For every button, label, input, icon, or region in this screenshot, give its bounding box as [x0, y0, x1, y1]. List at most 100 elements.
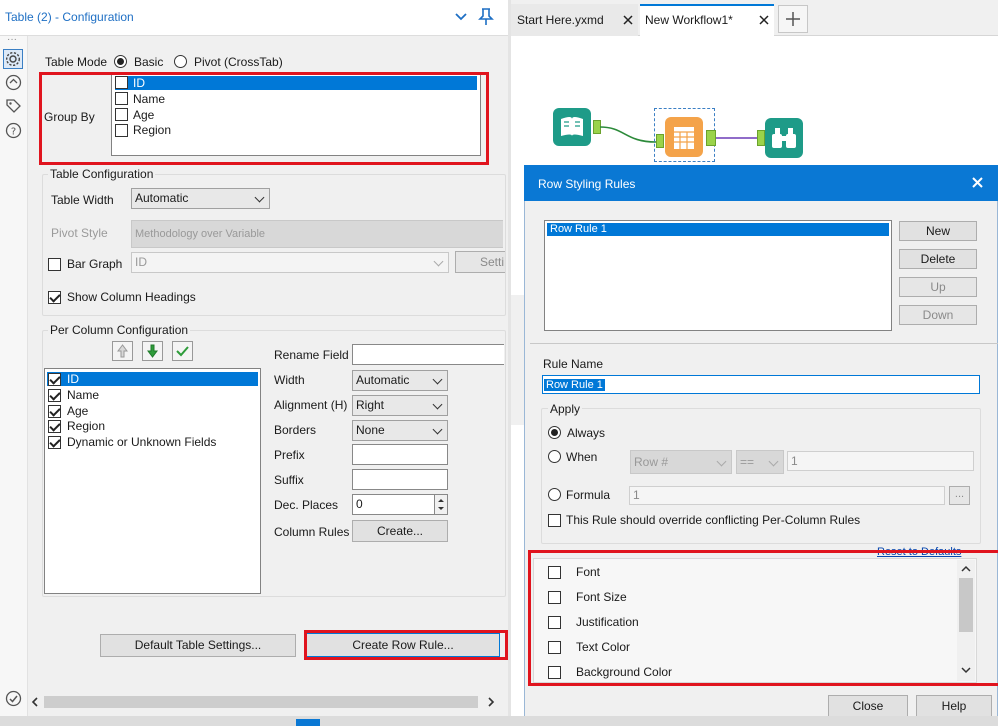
group-by-selected-row[interactable]: [115, 76, 477, 90]
suffix-input[interactable]: [352, 469, 448, 490]
borders-select[interactable]: None: [352, 420, 448, 441]
tab-label: New Workflow1*: [645, 13, 733, 27]
taskbar-strip: [0, 716, 998, 726]
group-by-checkbox-name[interactable]: [115, 92, 128, 105]
help-button[interactable]: Help: [916, 695, 992, 717]
rule-name-label: Rule Name: [543, 357, 604, 371]
formula-editor-button: ...: [949, 486, 970, 505]
connection-line: [600, 126, 657, 143]
reset-to-defaults-link[interactable]: Reset to Defaults: [877, 546, 961, 558]
when-value-input: 1: [787, 451, 974, 471]
input-tool-icon[interactable]: [553, 108, 591, 146]
override-checkbox[interactable]: [548, 514, 561, 527]
scroll-up-icon[interactable]: [961, 565, 971, 573]
chevron-down-icon[interactable]: [455, 12, 467, 22]
bar-graph-checkbox[interactable]: [48, 258, 61, 271]
column-checkbox-name[interactable]: [48, 389, 61, 402]
table-input-anchor[interactable]: [656, 134, 664, 148]
mode-pivot-radio[interactable]: [174, 55, 187, 68]
table-output-anchor[interactable]: [706, 130, 716, 146]
prefix-label: Prefix: [274, 448, 305, 462]
when-field-select: Row #: [630, 450, 732, 474]
prefix-input[interactable]: [352, 444, 448, 465]
settings-gear-icon[interactable]: [3, 49, 23, 69]
dec-places-spinner[interactable]: [434, 494, 448, 515]
override-label: This Rule should override conflicting Pe…: [566, 513, 861, 527]
apply-when-radio[interactable]: [548, 450, 561, 463]
apply-label: Apply: [548, 402, 583, 416]
column-item: Name: [67, 388, 100, 402]
column-rules-label: Column Rules: [274, 525, 350, 539]
move-rule-down-button: Down: [899, 305, 977, 325]
rule-name-input[interactable]: Row Rule 1: [542, 375, 980, 394]
close-dialog-icon[interactable]: [972, 177, 983, 188]
column-checkbox-age[interactable]: [48, 405, 61, 418]
browse-input-anchor[interactable]: [757, 130, 765, 146]
dialog-divider: [530, 343, 998, 344]
browse-tool-icon[interactable]: [765, 118, 803, 158]
font-size-checkbox[interactable]: [548, 591, 561, 604]
help-icon[interactable]: ?: [5, 122, 22, 139]
style-options-scroll-thumb[interactable]: [959, 578, 973, 632]
style-option: Background Color: [576, 665, 673, 679]
group-by-item: Name: [133, 92, 166, 106]
justification-checkbox[interactable]: [548, 616, 561, 629]
group-by-checkbox-id[interactable]: [115, 76, 128, 89]
close-button[interactable]: Close: [828, 695, 908, 717]
group-by-item: Region: [133, 123, 172, 137]
apply-formula-label: Formula: [566, 488, 611, 502]
background-color-checkbox[interactable]: [548, 666, 561, 679]
move-up-icon[interactable]: [112, 341, 133, 361]
rules-list[interactable]: [544, 220, 892, 331]
column-item: Region: [67, 419, 106, 433]
group-by-checkbox-region[interactable]: [115, 124, 128, 137]
width-select[interactable]: Automatic: [352, 370, 448, 391]
show-column-headings-checkbox[interactable]: [48, 291, 61, 304]
tag-icon[interactable]: [5, 98, 22, 115]
create-column-rule-button[interactable]: Create...: [352, 520, 448, 542]
table-tool-icon[interactable]: [665, 117, 703, 157]
group-by-checkbox-age[interactable]: [115, 108, 128, 121]
apply-formula-radio[interactable]: [548, 488, 561, 501]
create-row-rule-button[interactable]: Create Row Rule...: [306, 633, 500, 657]
mode-pivot-label: Pivot (CrossTab): [194, 55, 283, 69]
dec-places-input[interactable]: 0: [352, 494, 435, 515]
suffix-label: Suffix: [274, 473, 304, 487]
pivot-style-select: Methodology over Variable: [131, 220, 503, 248]
mode-basic-label: Basic: [134, 55, 164, 69]
horizontal-scroll-thumb[interactable]: [44, 696, 478, 708]
delete-rule-button[interactable]: Delete: [899, 249, 977, 269]
default-table-settings-button[interactable]: Default Table Settings...: [100, 634, 296, 657]
scroll-left-icon[interactable]: [30, 697, 40, 707]
svg-text:?: ?: [11, 127, 16, 138]
apply-always-radio[interactable]: [548, 426, 561, 439]
check-all-icon[interactable]: [172, 341, 193, 361]
table-width-select[interactable]: Automatic: [131, 188, 270, 209]
rule-name-selected-text: Row Rule 1: [544, 379, 605, 391]
scroll-right-icon[interactable]: [486, 697, 496, 707]
table-configuration-title: Table Configuration: [48, 167, 156, 181]
column-checkbox-id[interactable]: [48, 373, 61, 386]
column-item: ID: [67, 372, 79, 386]
new-tab-button[interactable]: [778, 5, 808, 33]
bar-graph-label: Bar Graph: [67, 257, 123, 271]
move-down-icon[interactable]: [142, 341, 163, 361]
close-tab-icon[interactable]: [759, 15, 769, 25]
column-checkbox-region[interactable]: [48, 420, 61, 433]
rename-field-input[interactable]: [352, 344, 504, 365]
font-checkbox[interactable]: [548, 566, 561, 579]
alignment-select[interactable]: Right: [352, 395, 448, 416]
navigate-icon[interactable]: [5, 74, 22, 91]
scroll-down-icon[interactable]: [961, 666, 971, 674]
column-checkbox-dynamic[interactable]: [48, 436, 61, 449]
rule-list-item[interactable]: Row Rule 1: [547, 223, 889, 236]
mode-basic-radio[interactable]: [114, 55, 127, 68]
more-dots-icon: ···: [7, 34, 17, 45]
column-item: Dynamic or Unknown Fields: [67, 435, 217, 449]
new-rule-button[interactable]: New: [899, 221, 977, 241]
text-color-checkbox[interactable]: [548, 641, 561, 654]
close-tab-icon[interactable]: [623, 15, 633, 25]
bar-graph-settings-button: Setti: [455, 251, 505, 273]
group-by-item: ID: [133, 76, 145, 90]
pin-icon[interactable]: [478, 8, 494, 26]
